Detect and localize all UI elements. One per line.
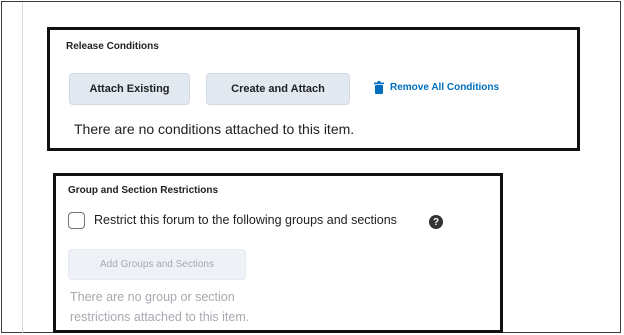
help-icon[interactable]: ? bbox=[429, 215, 443, 229]
create-and-attach-button[interactable]: Create and Attach bbox=[206, 73, 350, 105]
add-groups-and-sections-button[interactable]: Add Groups and Sections bbox=[68, 249, 246, 280]
release-conditions-title: Release Conditions bbox=[66, 41, 159, 52]
attach-existing-button[interactable]: Attach Existing bbox=[69, 73, 190, 105]
restrict-forum-checkbox[interactable] bbox=[68, 212, 85, 229]
content-left-rule bbox=[22, 2, 23, 333]
group-section-restrictions-title: Group and Section Restrictions bbox=[68, 185, 219, 196]
no-restrictions-text-line2: restrictions attached to this item. bbox=[70, 310, 250, 324]
remove-all-conditions-label: Remove All Conditions bbox=[390, 82, 500, 93]
release-conditions-section: Release Conditions Attach Existing Creat… bbox=[47, 27, 580, 151]
group-section-restrictions-section: Group and Section Restrictions Restrict … bbox=[53, 173, 503, 333]
restrict-forum-label: Restrict this forum to the following gro… bbox=[94, 213, 397, 227]
trash-icon bbox=[374, 81, 384, 94]
remove-all-conditions-link[interactable]: Remove All Conditions bbox=[374, 81, 499, 94]
no-restrictions-text-line1: There are no group or section bbox=[70, 290, 235, 304]
no-conditions-text: There are no conditions attached to this… bbox=[74, 121, 355, 137]
